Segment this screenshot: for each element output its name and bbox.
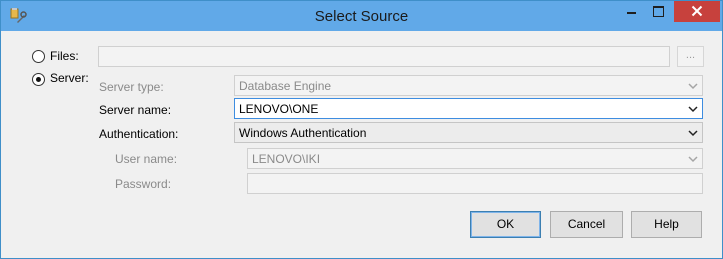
user-name-combobox: LENOVO\IKI [247, 148, 703, 169]
help-button[interactable]: Help [631, 211, 702, 238]
minimize-button[interactable] [617, 1, 645, 22]
user-name-label: User name: [115, 152, 178, 166]
files-radio[interactable] [32, 50, 45, 63]
files-path-input [98, 46, 670, 67]
chevron-down-icon[interactable] [687, 127, 699, 139]
server-type-label: Server type: [99, 80, 164, 94]
chevron-down-icon[interactable] [687, 103, 699, 115]
password-input [247, 173, 703, 194]
title-bar: Select Source [1, 1, 722, 31]
ok-button[interactable]: OK [470, 211, 541, 238]
maximize-button[interactable] [645, 1, 671, 22]
select-source-dialog: Select Source Files: ... Server: Server … [0, 0, 723, 259]
window-title: Select Source [314, 8, 409, 25]
files-label[interactable]: Files: [50, 49, 79, 63]
password-label: Password: [115, 177, 172, 191]
dialog-body: Files: ... Server: Server type: Database… [9, 32, 714, 251]
server-type-select: Database Engine [234, 75, 703, 96]
server-label[interactable]: Server: [50, 71, 89, 85]
server-name-label: Server name: [99, 103, 172, 117]
server-radio[interactable] [32, 73, 45, 86]
close-icon [691, 5, 703, 17]
server-name-combobox[interactable]: LENOVO\ONE [234, 98, 703, 119]
cancel-button[interactable]: Cancel [550, 211, 623, 238]
browse-button: ... [677, 46, 704, 67]
chevron-down-icon [688, 156, 698, 163]
authentication-select[interactable]: Windows Authentication [234, 122, 703, 143]
chevron-down-icon [688, 83, 698, 90]
close-button[interactable] [674, 1, 720, 22]
authentication-label: Authentication: [99, 127, 179, 141]
